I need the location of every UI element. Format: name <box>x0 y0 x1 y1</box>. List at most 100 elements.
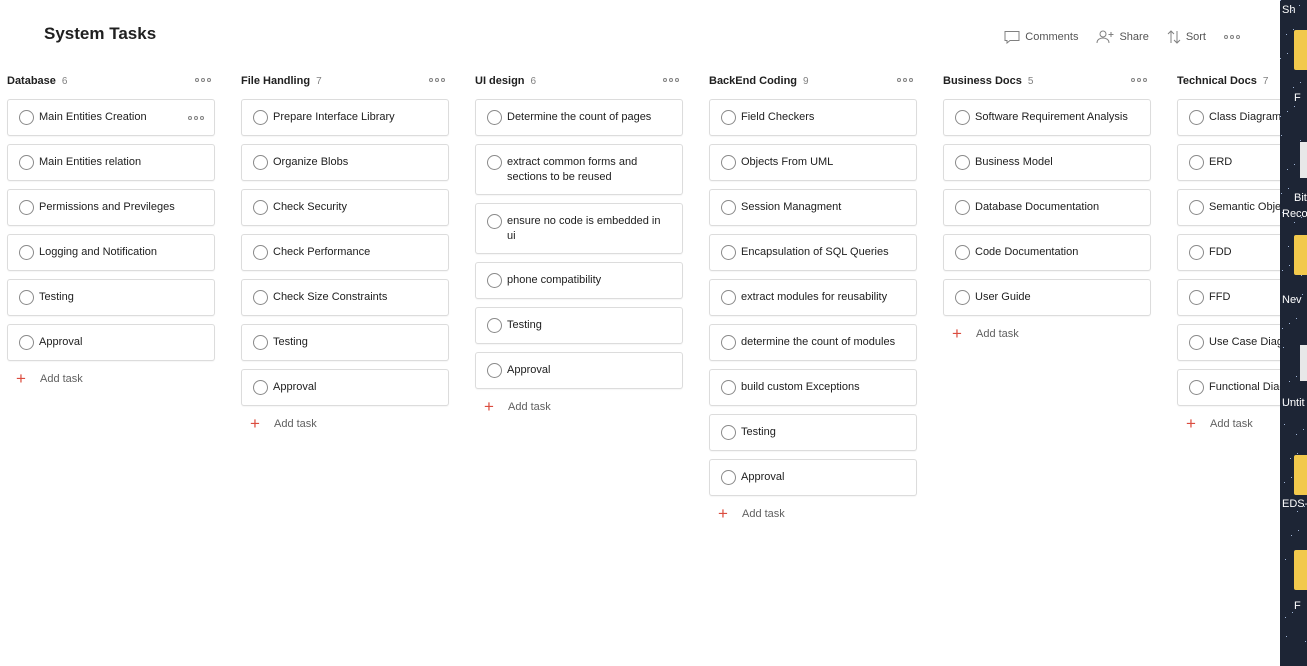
task-checkbox-icon[interactable] <box>721 470 736 485</box>
task-checkbox-icon[interactable] <box>487 273 502 288</box>
column-more-icon[interactable] <box>897 78 913 82</box>
task-checkbox-icon[interactable] <box>253 155 268 170</box>
task-checkbox-icon[interactable] <box>1189 290 1204 305</box>
task-card[interactable]: Testing <box>241 324 449 361</box>
desktop-folder-icon[interactable] <box>1294 235 1307 275</box>
desktop-file-icon[interactable] <box>1300 142 1307 178</box>
column-title[interactable]: BackEnd Coding <box>709 75 797 87</box>
task-checkbox-icon[interactable] <box>955 290 970 305</box>
task-checkbox-icon[interactable] <box>253 200 268 215</box>
task-card[interactable]: Approval <box>241 369 449 406</box>
column-more-icon[interactable] <box>663 78 679 82</box>
column-title[interactable]: Database <box>7 75 56 87</box>
add-task-button[interactable]: + Add task <box>709 505 917 522</box>
column-more-icon[interactable] <box>429 78 445 82</box>
task-checkbox-icon[interactable] <box>487 155 502 170</box>
column-more-icon[interactable] <box>195 78 211 82</box>
task-checkbox-icon[interactable] <box>253 110 268 125</box>
task-checkbox-icon[interactable] <box>1189 110 1204 125</box>
desktop-folder-icon[interactable] <box>1294 455 1307 495</box>
task-card[interactable]: Encapsulation of SQL Queries <box>709 234 917 271</box>
task-checkbox-icon[interactable] <box>721 200 736 215</box>
column-title[interactable]: UI design <box>475 75 525 87</box>
task-checkbox-icon[interactable] <box>253 380 268 395</box>
task-card[interactable]: Organize Blobs <box>241 144 449 181</box>
task-checkbox-icon[interactable] <box>955 155 970 170</box>
task-checkbox-icon[interactable] <box>487 110 502 125</box>
task-checkbox-icon[interactable] <box>19 335 34 350</box>
sort-button[interactable]: Sort <box>1167 28 1206 46</box>
task-card[interactable]: build custom Exceptions <box>709 369 917 406</box>
desktop-folder-icon[interactable] <box>1294 550 1307 590</box>
task-checkbox-icon[interactable] <box>1189 245 1204 260</box>
task-card[interactable]: Check Size Constraints <box>241 279 449 316</box>
task-card[interactable]: Main Entities Creation <box>7 99 215 136</box>
task-checkbox-icon[interactable] <box>19 245 34 260</box>
task-card[interactable]: User Guide <box>943 279 1151 316</box>
add-task-button[interactable]: + Add task <box>241 415 449 432</box>
task-checkbox-icon[interactable] <box>487 214 502 229</box>
task-card[interactable]: FDD <box>1177 234 1280 271</box>
column-more-icon[interactable] <box>1131 78 1147 82</box>
task-checkbox-icon[interactable] <box>253 335 268 350</box>
task-card[interactable]: Software Requirement Analysis <box>943 99 1151 136</box>
task-card[interactable]: Permissions and Previleges <box>7 189 215 226</box>
task-card[interactable]: Check Security <box>241 189 449 226</box>
task-card[interactable]: Determine the count of pages <box>475 99 683 136</box>
task-checkbox-icon[interactable] <box>721 425 736 440</box>
column-title[interactable]: File Handling <box>241 75 310 87</box>
task-card[interactable]: Check Performance <box>241 234 449 271</box>
task-card[interactable]: Testing <box>475 307 683 344</box>
task-card[interactable]: extract modules for reusability <box>709 279 917 316</box>
task-checkbox-icon[interactable] <box>253 290 268 305</box>
task-card[interactable]: Approval <box>7 324 215 361</box>
task-checkbox-icon[interactable] <box>1189 380 1204 395</box>
task-card[interactable]: Code Documentation <box>943 234 1151 271</box>
task-checkbox-icon[interactable] <box>19 155 34 170</box>
task-card[interactable]: FFD <box>1177 279 1280 316</box>
task-card[interactable]: Testing <box>7 279 215 316</box>
add-task-button[interactable]: + Add task <box>943 325 1151 342</box>
task-checkbox-icon[interactable] <box>721 155 736 170</box>
task-card[interactable]: Main Entities relation <box>7 144 215 181</box>
task-card[interactable]: phone compatibility <box>475 262 683 299</box>
desktop-folder-icon[interactable] <box>1294 30 1307 70</box>
task-checkbox-icon[interactable] <box>1189 155 1204 170</box>
task-checkbox-icon[interactable] <box>955 245 970 260</box>
task-checkbox-icon[interactable] <box>253 245 268 260</box>
more-options-icon[interactable] <box>1224 35 1240 39</box>
task-checkbox-icon[interactable] <box>19 290 34 305</box>
task-card[interactable]: Testing <box>709 414 917 451</box>
task-card[interactable]: Class Diagram <box>1177 99 1280 136</box>
task-card[interactable]: Session Managment <box>709 189 917 226</box>
task-checkbox-icon[interactable] <box>1189 200 1204 215</box>
task-more-icon[interactable] <box>188 116 204 120</box>
column-title[interactable]: Technical Docs <box>1177 75 1257 87</box>
task-card[interactable]: Business Model <box>943 144 1151 181</box>
task-checkbox-icon[interactable] <box>487 363 502 378</box>
task-card[interactable]: Approval <box>475 352 683 389</box>
column-title[interactable]: Business Docs <box>943 75 1022 87</box>
desktop-file-icon[interactable] <box>1300 345 1307 381</box>
share-button[interactable]: Share <box>1096 28 1149 46</box>
task-card[interactable]: Objects From UML <box>709 144 917 181</box>
task-checkbox-icon[interactable] <box>721 110 736 125</box>
task-card[interactable]: Use Case Diagr <box>1177 324 1280 361</box>
task-card[interactable]: Prepare Interface Library <box>241 99 449 136</box>
comments-button[interactable]: Comments <box>1004 28 1078 46</box>
task-checkbox-icon[interactable] <box>19 200 34 215</box>
add-task-button[interactable]: + Add task <box>475 398 683 415</box>
add-task-button[interactable]: + Add task <box>1177 415 1280 432</box>
task-card[interactable]: Semantic Obje <box>1177 189 1280 226</box>
task-checkbox-icon[interactable] <box>487 318 502 333</box>
task-card[interactable]: Logging and Notification <box>7 234 215 271</box>
add-task-button[interactable]: + Add task <box>7 370 215 387</box>
task-card[interactable]: determine the count of modules <box>709 324 917 361</box>
task-card[interactable]: Field Checkers <box>709 99 917 136</box>
task-checkbox-icon[interactable] <box>955 200 970 215</box>
task-card[interactable]: ensure no code is embedded in ui <box>475 203 683 254</box>
task-checkbox-icon[interactable] <box>721 335 736 350</box>
task-checkbox-icon[interactable] <box>721 245 736 260</box>
task-card[interactable]: Database Documentation <box>943 189 1151 226</box>
task-checkbox-icon[interactable] <box>721 380 736 395</box>
